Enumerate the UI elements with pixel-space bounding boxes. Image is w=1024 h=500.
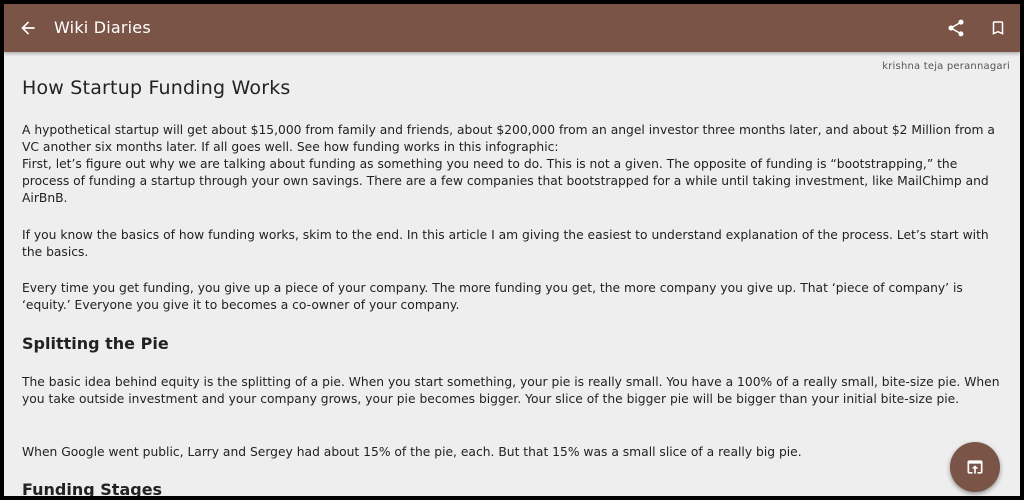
section-heading-funding-stages: Funding Stages xyxy=(22,480,163,496)
paragraph-intro: A hypothetical startup will get about $1… xyxy=(22,123,995,154)
article-title: How Startup Funding Works xyxy=(22,77,291,99)
bookmark-button[interactable] xyxy=(980,10,1016,46)
open-in-browser-icon xyxy=(967,460,983,474)
open-in-browser-button[interactable] xyxy=(950,442,1000,492)
paragraph-basics: If you know the basics of how funding wo… xyxy=(22,228,989,259)
app-screen: Wiki Diaries krishna teja perannagari Ho… xyxy=(4,4,1020,496)
app-title: Wiki Diaries xyxy=(54,18,151,37)
share-button[interactable] xyxy=(938,10,974,46)
paragraph-google: When Google went public, Larry and Serge… xyxy=(22,445,802,459)
paragraph-equity: Every time you get funding, you give up … xyxy=(22,281,963,312)
back-button[interactable] xyxy=(10,10,46,46)
article-content: krishna teja perannagari How Startup Fun… xyxy=(22,52,1010,496)
author-name: krishna teja perannagari xyxy=(882,61,1010,72)
arrow-back-icon xyxy=(21,21,35,35)
section-heading-splitting: Splitting the Pie xyxy=(22,334,169,353)
share-icon xyxy=(948,19,964,37)
app-bar: Wiki Diaries xyxy=(4,4,1020,52)
bookmark-icon xyxy=(992,21,1004,35)
paragraph-bootstrapping: First, let’s figure out why we are talki… xyxy=(22,157,989,205)
paragraph-pie: The basic idea behind equity is the spli… xyxy=(22,375,1000,406)
